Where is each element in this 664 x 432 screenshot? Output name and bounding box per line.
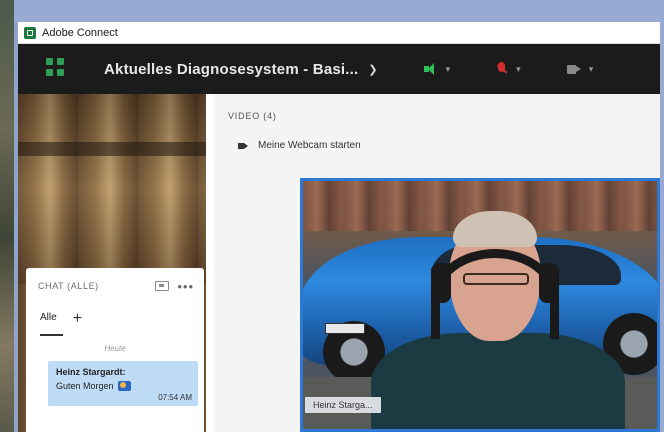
chat-message: Heinz Stargardt: Guten Morgen 07:54 AM bbox=[48, 361, 198, 406]
message-time: 07:54 AM bbox=[158, 393, 192, 402]
video-pod: VIDEO (4) Meine Webcam starten Heinz Sta… bbox=[214, 94, 660, 432]
camera-control[interactable]: ▾ bbox=[566, 64, 594, 75]
headset-ear-right bbox=[539, 263, 559, 303]
webcam-icon bbox=[238, 142, 248, 149]
chevron-down-icon[interactable]: ▾ bbox=[446, 64, 451, 75]
headset-ear-left bbox=[431, 263, 451, 303]
license-plate bbox=[325, 323, 365, 334]
photo-frame-left bbox=[0, 0, 14, 432]
message-text: Guten Morgen bbox=[56, 381, 114, 391]
window-title: Adobe Connect bbox=[42, 26, 118, 39]
video-tile[interactable]: Heinz Starga... bbox=[300, 178, 660, 432]
microphone-control[interactable]: ▾ bbox=[496, 62, 521, 76]
add-tab-icon[interactable]: + bbox=[73, 311, 82, 327]
meeting-title[interactable]: Aktuelles Diagnosesystem - Basi... bbox=[104, 61, 358, 78]
photo-frame-top bbox=[14, 0, 664, 22]
more-options-icon[interactable]: ••• bbox=[177, 279, 194, 294]
participant-body bbox=[371, 333, 625, 429]
app-window: Adobe Connect Aktuelles Diagnosesystem -… bbox=[18, 22, 660, 432]
start-webcam-button[interactable]: Meine Webcam starten bbox=[238, 140, 361, 151]
glasses bbox=[463, 273, 529, 285]
chevron-down-icon[interactable]: ❯ bbox=[368, 63, 377, 76]
meeting-toolbar: Aktuelles Diagnosesystem - Basi... ❯ ▾ ▾… bbox=[18, 44, 660, 94]
chevron-down-icon[interactable]: ▾ bbox=[516, 64, 521, 75]
chat-tabs: Alle + bbox=[26, 304, 204, 336]
video-pod-title: VIDEO (4) bbox=[228, 111, 277, 121]
chat-title: CHAT (ALLE) bbox=[38, 281, 99, 291]
date-separator: Heute bbox=[104, 344, 126, 353]
microphone-muted-icon[interactable] bbox=[496, 62, 508, 76]
chat-pod: CHAT (ALLE) ••• Alle + Heute Heinz Starg… bbox=[26, 268, 204, 432]
message-text-row: Guten Morgen bbox=[56, 381, 192, 391]
adobe-connect-icon bbox=[24, 26, 36, 39]
chat-header: CHAT (ALLE) ••• bbox=[26, 268, 204, 304]
title-bar: Adobe Connect bbox=[18, 22, 660, 44]
audio-control[interactable]: ▾ bbox=[423, 63, 451, 75]
camera-icon[interactable] bbox=[566, 64, 581, 74]
tab-alle[interactable]: Alle bbox=[40, 312, 63, 336]
message-author: Heinz Stargardt: bbox=[56, 367, 126, 377]
participant-name-label: Heinz Starga... bbox=[305, 397, 381, 413]
start-webcam-label: Meine Webcam starten bbox=[258, 140, 361, 151]
pod-options-icon[interactable] bbox=[155, 281, 170, 291]
photo-frame-right bbox=[660, 22, 664, 432]
speaker-icon[interactable] bbox=[423, 63, 438, 75]
apps-menu-icon[interactable] bbox=[46, 58, 68, 80]
chevron-down-icon[interactable]: ▾ bbox=[589, 64, 594, 75]
waving-emoji-icon bbox=[117, 381, 131, 391]
